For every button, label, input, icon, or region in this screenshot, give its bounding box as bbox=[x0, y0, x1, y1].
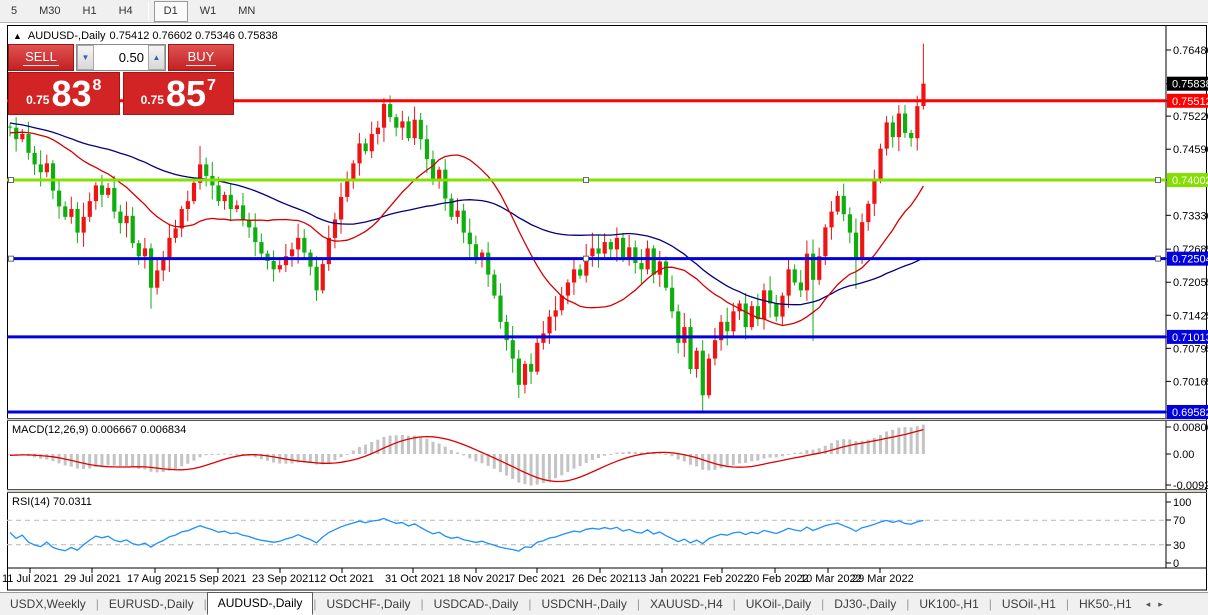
timeframe-button-w1[interactable]: W1 bbox=[190, 1, 227, 22]
spin-up-icon: ▲ bbox=[153, 53, 161, 62]
buy-button[interactable]: BUY bbox=[168, 44, 234, 71]
date-axis-label: 26 Dec 2021 bbox=[572, 573, 634, 585]
tab-uk100-h1[interactable]: UK100-,H1 bbox=[909, 594, 988, 615]
tab-usdx-weekly[interactable]: USDX,Weekly bbox=[0, 594, 96, 615]
volume-decrease-button[interactable]: ▼ bbox=[77, 45, 94, 70]
svg-text:0.75838: 0.75838 bbox=[1172, 79, 1208, 91]
timeframe-button-h1[interactable]: H1 bbox=[73, 1, 107, 22]
date-axis-label: 18 Nov 2021 bbox=[448, 573, 510, 585]
svg-text:100: 100 bbox=[1173, 497, 1191, 509]
volume-increase-button[interactable]: ▲ bbox=[148, 45, 165, 70]
ask-price-prefix: 0.75 bbox=[141, 93, 164, 107]
tab-eurusd-daily[interactable]: EURUSD-,Daily bbox=[99, 594, 204, 615]
tab-usoil-h1[interactable]: USOil-,H1 bbox=[992, 594, 1066, 615]
bid-price-main: 83 bbox=[51, 77, 91, 111]
svg-text:0.71013: 0.71013 bbox=[1172, 332, 1208, 344]
timeframe-button-mn[interactable]: MN bbox=[228, 1, 265, 22]
tab-scroll-right-button[interactable]: ▸ bbox=[1154, 594, 1167, 615]
date-axis-label: 7 Dec 2021 bbox=[509, 573, 565, 585]
date-axis-label: 31 Oct 2021 bbox=[385, 573, 445, 585]
date-axis-label: 1 Feb 2022 bbox=[694, 573, 750, 585]
symbol-tab-bar: USDX,Weekly|EURUSD-,Daily|AUDUSD-,Daily|… bbox=[0, 592, 1208, 615]
timeframe-button-m30[interactable]: M30 bbox=[29, 1, 70, 22]
one-click-trading-panel: SELL ▼ ▲ BUY 0.75838 0.75857 bbox=[8, 44, 234, 115]
svg-text:0.70165: 0.70165 bbox=[1173, 376, 1208, 388]
date-axis-label: 13 Jan 2022 bbox=[634, 573, 695, 585]
svg-text:0: 0 bbox=[1173, 558, 1179, 570]
tab-audusd-daily[interactable]: AUDUSD-,Daily bbox=[207, 592, 314, 615]
tab-usdcnh-daily[interactable]: USDCNH-,Daily bbox=[531, 594, 636, 615]
svg-text:0.74002: 0.74002 bbox=[1172, 175, 1208, 187]
svg-text:0.75512: 0.75512 bbox=[1172, 96, 1208, 108]
chart-symbol-label: AUDUSD-,Daily bbox=[28, 30, 106, 42]
date-axis-label: 23 Sep 2021 bbox=[252, 573, 314, 585]
svg-text:0.71425: 0.71425 bbox=[1173, 310, 1208, 322]
tab-usdcad-daily[interactable]: USDCAD-,Daily bbox=[424, 594, 529, 615]
date-axis-label: 29 Jul 2021 bbox=[64, 573, 121, 585]
svg-text:0.73330: 0.73330 bbox=[1173, 210, 1208, 222]
svg-text:70: 70 bbox=[1173, 515, 1185, 527]
date-axis-label: 11 Jul 2021 bbox=[2, 573, 58, 585]
tab-hk50-h1[interactable]: HK50-,H1 bbox=[1069, 594, 1142, 615]
chart-ohlc-values: 0.75412 0.76602 0.75346 0.75838 bbox=[110, 30, 278, 42]
svg-text:0.69582: 0.69582 bbox=[1172, 407, 1208, 419]
tab-ukoil-daily[interactable]: UKOil-,Daily bbox=[736, 594, 821, 615]
timeframe-toolbar: 5M30H1H4 D1W1MN bbox=[0, 0, 1208, 23]
svg-text:0.74590: 0.74590 bbox=[1173, 144, 1208, 156]
timeframe-button-5[interactable]: 5 bbox=[1, 1, 27, 22]
svg-text:0.00: 0.00 bbox=[1173, 449, 1194, 461]
timeframe-button-h4[interactable]: H4 bbox=[109, 1, 143, 22]
svg-text:0.72504: 0.72504 bbox=[1172, 254, 1208, 266]
ask-price-pip: 7 bbox=[207, 77, 216, 95]
bid-price-prefix: 0.75 bbox=[26, 93, 49, 107]
tab-usdchf-daily[interactable]: USDCHF-,Daily bbox=[317, 594, 421, 615]
macd-indicator-label: MACD(12,26,9) 0.006667 0.006834 bbox=[12, 424, 186, 436]
sell-quote-button[interactable]: 0.75838 bbox=[8, 72, 120, 115]
volume-control: ▼ ▲ bbox=[76, 44, 166, 71]
svg-text:0.008061: 0.008061 bbox=[1173, 422, 1208, 434]
sell-button[interactable]: SELL bbox=[8, 44, 74, 71]
collapse-panel-icon[interactable]: ▲ bbox=[13, 31, 22, 41]
timeframe-button-d1[interactable]: D1 bbox=[154, 1, 188, 22]
date-axis-label: 29 Mar 2022 bbox=[852, 573, 914, 585]
volume-input[interactable] bbox=[94, 45, 148, 70]
tab-xauusd-h4[interactable]: XAUUSD-,H4 bbox=[640, 594, 733, 615]
svg-text:0.70795: 0.70795 bbox=[1173, 343, 1208, 355]
ask-price-main: 85 bbox=[166, 77, 206, 111]
chart-title: ▲ AUDUSD-,Daily 0.75412 0.76602 0.75346 0.… bbox=[13, 30, 282, 42]
svg-text:0.72055: 0.72055 bbox=[1173, 277, 1208, 289]
buy-quote-button[interactable]: 0.75857 bbox=[123, 72, 235, 115]
svg-text:0.75220: 0.75220 bbox=[1173, 111, 1208, 123]
toolbar-separator bbox=[148, 2, 149, 20]
trading-terminal: 5M30H1H4D1W1MN 0.764800.758380.755120.75… bbox=[0, 0, 1208, 615]
date-axis-label: 17 Aug 2021 bbox=[127, 573, 189, 585]
tab-scroll-left-button[interactable]: ◂ bbox=[1142, 594, 1155, 615]
svg-text:-0.00928: -0.00928 bbox=[1173, 480, 1208, 492]
tab-dj30-daily[interactable]: DJ30-,Daily bbox=[824, 594, 906, 615]
date-axis-label: 5 Sep 2021 bbox=[190, 573, 246, 585]
bid-price-pip: 8 bbox=[93, 77, 102, 95]
svg-text:0.76480: 0.76480 bbox=[1173, 45, 1208, 57]
date-axis-label: 12 Oct 2021 bbox=[314, 573, 374, 585]
spin-down-icon: ▼ bbox=[82, 53, 90, 62]
svg-text:30: 30 bbox=[1173, 540, 1185, 552]
rsi-indicator-label: RSI(14) 70.0311 bbox=[12, 496, 92, 508]
